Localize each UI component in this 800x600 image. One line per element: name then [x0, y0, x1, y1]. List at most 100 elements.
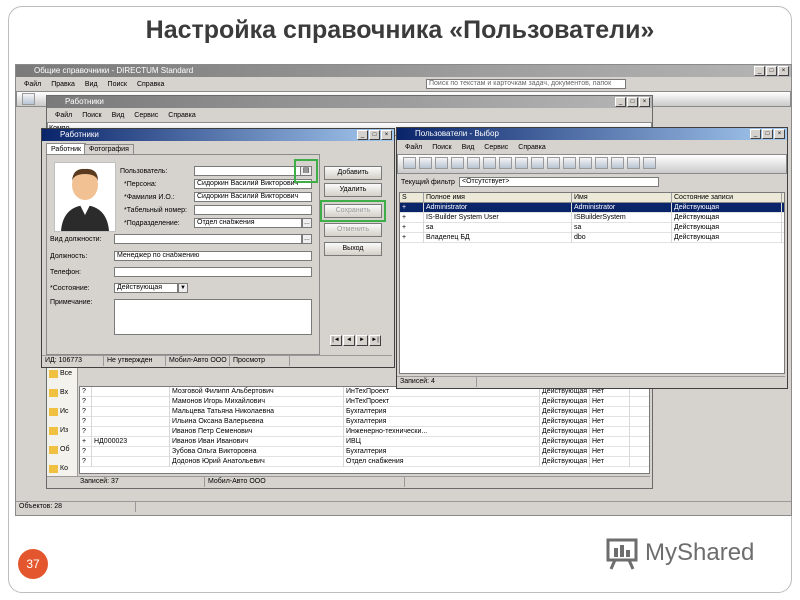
minimize-icon[interactable]: _ [615, 97, 626, 107]
row-state: Действующая [672, 213, 782, 223]
row-flag: Нет [590, 447, 630, 457]
folder-icon [49, 407, 58, 416]
maximize-icon[interactable]: □ [627, 97, 638, 107]
close-icon[interactable]: × [778, 66, 789, 76]
col-header-s[interactable]: S [400, 193, 424, 203]
menu-item-search[interactable]: Поиск [108, 81, 127, 88]
filter-icon[interactable] [595, 157, 608, 169]
close-icon[interactable]: × [639, 97, 650, 107]
folder-item[interactable]: Об [49, 440, 75, 459]
dept-field[interactable]: Отдел снабжения [194, 218, 302, 228]
copy-icon[interactable] [435, 157, 448, 169]
table-view-icon[interactable] [643, 157, 656, 169]
cancel-button[interactable]: Отменить [324, 223, 382, 237]
state-select[interactable]: Действующая [114, 283, 178, 293]
menu-item-service[interactable]: Сервис [484, 144, 508, 151]
columns-icon[interactable] [563, 157, 576, 169]
table-row[interactable]: + IS-Builder System User ISBuilderSystem… [400, 213, 784, 223]
delete-button[interactable]: Удалить [324, 183, 382, 197]
col-header-fullname[interactable]: Полное имя [424, 193, 572, 203]
position-kind-field[interactable] [114, 234, 302, 244]
menu-item-search[interactable]: Поиск [432, 144, 451, 151]
filter-select[interactable]: <Отсутствует> [459, 177, 659, 187]
report-icon[interactable] [515, 157, 528, 169]
menu-item-view[interactable]: Вид [112, 112, 125, 119]
row-mark: ? [80, 427, 92, 437]
col-header-name[interactable]: Имя [572, 193, 672, 203]
employees-titlebar: Работники _ □ × [47, 96, 652, 108]
grid-icon[interactable] [419, 157, 432, 169]
menu-item-search[interactable]: Поиск [82, 112, 101, 119]
menu-item-help[interactable]: Справка [137, 81, 164, 88]
table-row[interactable]: + НД000023 Иванов Иван Иванович ИВЦ Дейс… [80, 437, 649, 447]
menu-item-file[interactable]: Файл [405, 144, 422, 151]
position-kind-lookup-button[interactable]: … [302, 234, 312, 244]
position-field[interactable]: Менеджер по снабжению [114, 251, 312, 261]
search-icon[interactable] [483, 157, 496, 169]
first-record-button[interactable]: |◄ [330, 335, 342, 346]
minimize-icon[interactable]: _ [357, 130, 368, 140]
menu-item-file[interactable]: Файл [55, 112, 72, 119]
refresh-icon[interactable] [499, 157, 512, 169]
table-row[interactable]: + sa sa Действующая [400, 223, 784, 233]
next-record-button[interactable]: ► [356, 335, 368, 346]
row-state: Действующая [540, 407, 590, 417]
table-row[interactable]: ? Иванов Петр Семенович Инженерно-технич… [80, 427, 649, 437]
export-icon[interactable] [531, 157, 544, 169]
dept-lookup-button[interactable]: … [302, 218, 312, 228]
table-icon[interactable] [547, 157, 560, 169]
menu-item-service[interactable]: Сервис [134, 112, 158, 119]
position-label: Должность: [50, 253, 88, 260]
menu-item-edit[interactable]: Правка [51, 81, 75, 88]
filter-settings-icon[interactable] [611, 157, 624, 169]
table-row[interactable]: ? Зубова Ольга Викторовна Бухгалтерия Де… [80, 447, 649, 457]
exit-button[interactable]: Выход [324, 242, 382, 256]
menu-item-file[interactable]: Файл [24, 81, 41, 88]
menu-item-view[interactable]: Вид [85, 81, 98, 88]
card-icon[interactable] [403, 157, 416, 169]
minimize-icon[interactable]: _ [754, 66, 765, 76]
delete-icon[interactable] [467, 157, 480, 169]
table-row[interactable]: ? Ильина Оксана Валерьевна Бухгалтерия Д… [80, 417, 649, 427]
close-icon[interactable]: × [381, 130, 392, 140]
table-row-selected[interactable]: + Administrator Administrator Действующа… [400, 203, 784, 213]
last-record-button[interactable]: ►| [369, 335, 381, 346]
tabnum-label: *Табельный номер: [124, 207, 187, 214]
sum-icon[interactable] [627, 157, 640, 169]
menu-item-view[interactable]: Вид [462, 144, 475, 151]
global-search-input[interactable]: Поиск по текстам и карточкам задач, доку… [426, 79, 626, 89]
row-dept: Бухгалтерия [344, 447, 540, 457]
chevron-down-icon[interactable]: ▼ [178, 283, 188, 293]
maximize-icon[interactable]: □ [369, 130, 380, 140]
menu-item-help[interactable]: Справка [518, 144, 545, 151]
folder-item[interactable]: Ис [49, 402, 75, 421]
users-select-window: Пользователи - Выбор _ □ × Файл Поиск Ви… [396, 127, 788, 389]
table-row[interactable]: ? Мамонов Игорь Михайлович ИнТехПроект Д… [80, 397, 649, 407]
folder-item[interactable]: Из [49, 421, 75, 440]
close-icon[interactable]: × [774, 129, 785, 139]
list-icon[interactable] [579, 157, 592, 169]
folder-item[interactable]: Вх [49, 383, 75, 402]
edit-icon[interactable] [451, 157, 464, 169]
maximize-icon[interactable]: □ [762, 129, 773, 139]
col-header-state[interactable]: Состояние записи [672, 193, 782, 203]
row-code [92, 407, 170, 417]
phone-field[interactable] [114, 267, 312, 277]
minimize-icon[interactable]: _ [750, 129, 761, 139]
tabnum-field[interactable] [194, 205, 312, 215]
row-mark: ? [80, 387, 92, 397]
menu-item-help[interactable]: Справка [168, 112, 195, 119]
table-row[interactable]: ? Мальцева Татьяна Николаевна Бухгалтери… [80, 407, 649, 417]
maximize-icon[interactable]: □ [766, 66, 777, 76]
user-icon[interactable] [22, 93, 35, 105]
table-row[interactable]: + Владелец БД dbo Действующая [400, 233, 784, 243]
row-s: + [400, 233, 424, 243]
row-name: Зубова Ольга Викторовна [170, 447, 344, 457]
note-field[interactable] [114, 299, 312, 335]
table-row[interactable]: ? Додонов Юрий Анатольевич Отдел снабжен… [80, 457, 649, 467]
prev-record-button[interactable]: ◄ [343, 335, 355, 346]
row-state: Действующая [672, 223, 782, 233]
add-button[interactable]: Добавить [324, 166, 382, 180]
fio-field[interactable]: Сидоркин Василий Викторович [194, 192, 312, 202]
users-grid-header: S Полное имя Имя Состояние записи [400, 193, 784, 203]
